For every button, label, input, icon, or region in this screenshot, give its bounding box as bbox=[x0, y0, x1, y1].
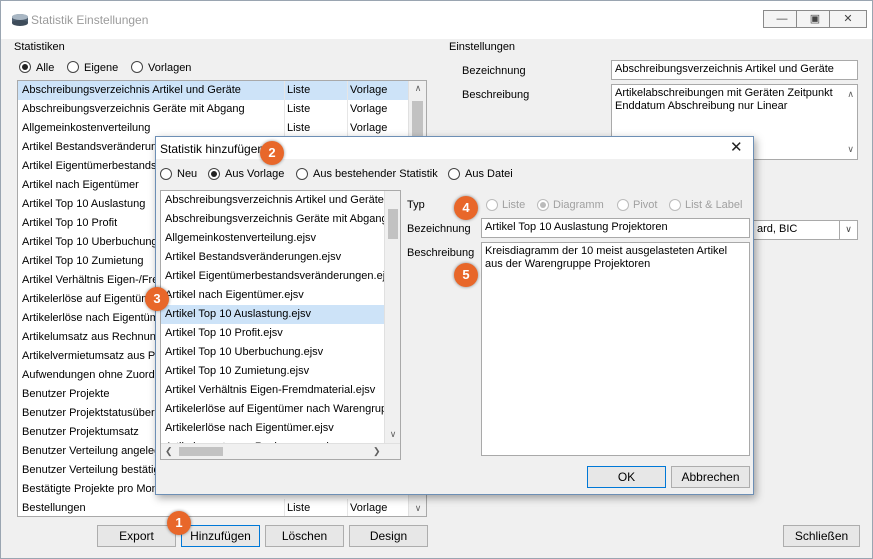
file-list-hscrollbar[interactable]: ❮ ❯ bbox=[161, 443, 400, 459]
typ-diagramm-radio[interactable] bbox=[537, 199, 549, 211]
statistik-row[interactable]: Abschreibungsverzeichnis Artikel und Ger… bbox=[18, 81, 408, 100]
title-bar: Statistik Einstellungen — ▣ ✕ bbox=[1, 1, 872, 39]
dialog-bezeichnung-label: Bezeichnung bbox=[407, 223, 471, 235]
step-badge-5: 5 bbox=[454, 263, 478, 287]
filter-eigene-label: Eigene bbox=[84, 62, 119, 74]
dialog-close-icon[interactable]: ✕ bbox=[730, 138, 743, 156]
chevron-down-icon[interactable]: ∨ bbox=[839, 221, 857, 239]
bank-dropdown-value: ard, BIC bbox=[757, 223, 798, 235]
source-vorlage-label: Aus Vorlage bbox=[225, 168, 285, 180]
scroll-thumb[interactable] bbox=[388, 209, 398, 239]
source-vorlage-radio[interactable] bbox=[208, 168, 220, 180]
scroll-up-icon[interactable]: ∧ bbox=[409, 83, 426, 94]
statistik-type-cell: Liste bbox=[284, 81, 342, 100]
template-file-row[interactable]: Allgemeinkostenverteilung.ejsv bbox=[161, 229, 384, 248]
typ-label: Typ bbox=[407, 199, 425, 211]
template-file-row[interactable]: Artikel Bestandsveränderungen.ejsv bbox=[161, 248, 384, 267]
scroll-right-icon[interactable]: ❯ bbox=[373, 446, 381, 457]
close-button[interactable]: Schließen bbox=[783, 525, 860, 547]
statistik-type-cell: Liste bbox=[284, 499, 342, 516]
template-file-row[interactable]: Abschreibungsverzeichnis Artikel und Ger… bbox=[161, 191, 384, 210]
source-bestehend-label: Aus bestehender Statistik bbox=[313, 168, 438, 180]
dialog-beschreibung-textarea[interactable]: Kreisdiagramm der 10 meist ausgelasteten… bbox=[481, 242, 750, 456]
template-file-row[interactable]: Artikel Top 10 Zumietung.ejsv bbox=[161, 362, 384, 381]
dialog-title-bar: Statistik hinzufügen ✕ bbox=[156, 137, 753, 159]
statistik-name-cell: Abschreibungsverzeichnis Artikel und Ger… bbox=[22, 84, 241, 96]
bezeichnung-input[interactable]: Abschreibungsverzeichnis Artikel und Ger… bbox=[611, 60, 858, 80]
step-badge-4: 4 bbox=[454, 196, 478, 220]
scroll-left-icon[interactable]: ❮ bbox=[165, 446, 173, 457]
typ-listlabel-label: List & Label bbox=[685, 199, 743, 211]
statistik-src-cell: Vorlage bbox=[347, 499, 407, 516]
template-file-row[interactable]: Artikelerlöse auf Eigentümer nach Wareng… bbox=[161, 400, 384, 419]
scroll-up-icon[interactable]: ∧ bbox=[847, 88, 854, 101]
cancel-button[interactable]: Abbrechen bbox=[671, 466, 750, 488]
typ-pivot-radio[interactable] bbox=[617, 199, 629, 211]
filter-eigene-radio[interactable] bbox=[67, 61, 79, 73]
template-file-row[interactable]: Artikel Top 10 Profit.ejsv bbox=[161, 324, 384, 343]
step-badge-1: 1 bbox=[167, 511, 191, 535]
bezeichnung-label: Bezeichnung bbox=[462, 65, 526, 77]
statistik-name-cell: Abschreibungsverzeichnis Geräte mit Abga… bbox=[22, 103, 245, 115]
statistik-name-cell: Bestellungen bbox=[22, 502, 86, 514]
template-file-row[interactable]: Artikel Top 10 Uberbuchung.ejsv bbox=[161, 343, 384, 362]
dialog-bezeichnung-input[interactable]: Artikel Top 10 Auslastung Projektoren bbox=[481, 218, 750, 238]
template-file-list[interactable]: Abschreibungsverzeichnis Artikel und Ger… bbox=[160, 190, 401, 460]
filter-alle-radio[interactable] bbox=[19, 61, 31, 73]
step-badge-3: 3 bbox=[145, 287, 169, 311]
typ-liste-label: Liste bbox=[502, 199, 526, 211]
scroll-down-icon[interactable]: ∨ bbox=[847, 143, 854, 156]
typ-liste-radio[interactable] bbox=[486, 199, 498, 211]
template-file-row[interactable]: Artikel Eigentümerbestandsveränderungen.… bbox=[161, 267, 384, 286]
scroll-thumb[interactable] bbox=[179, 447, 223, 456]
ok-button[interactable]: OK bbox=[587, 466, 666, 488]
statistik-src-cell: Vorlage bbox=[347, 81, 407, 100]
step-badge-2: 2 bbox=[260, 141, 284, 165]
typ-listlabel-radio[interactable] bbox=[669, 199, 681, 211]
template-file-row[interactable]: Artikelerlöse nach Eigentümer.ejsv bbox=[161, 419, 384, 438]
statistik-row[interactable]: Bestellungen Liste Vorlage bbox=[18, 499, 408, 516]
typ-diagramm-label: Diagramm bbox=[553, 199, 604, 211]
beschreibung-text: Artikelabschreibungen mit Geräten Zeitpu… bbox=[615, 87, 833, 112]
database-icon bbox=[12, 14, 28, 26]
statistik-row[interactable]: Abschreibungsverzeichnis Geräte mit Abga… bbox=[18, 100, 408, 119]
filter-vorlagen-radio[interactable] bbox=[131, 61, 143, 73]
scroll-down-icon[interactable]: ∨ bbox=[385, 429, 400, 440]
filter-vorlagen-label: Vorlagen bbox=[148, 62, 192, 74]
close-window-button[interactable]: ✕ bbox=[829, 10, 867, 28]
scroll-down-icon[interactable]: ∨ bbox=[409, 503, 426, 514]
source-datei-label: Aus Datei bbox=[465, 168, 513, 180]
beschreibung-label: Beschreibung bbox=[462, 89, 530, 101]
source-neu-radio[interactable] bbox=[160, 168, 172, 180]
source-datei-radio[interactable] bbox=[448, 168, 460, 180]
template-file-row[interactable]: Artikel Top 10 Auslastung.ejsv bbox=[161, 305, 384, 324]
template-file-row[interactable]: Artikel Verhältnis Eigen-Fremdmaterial.e… bbox=[161, 381, 384, 400]
delete-button[interactable]: Löschen bbox=[265, 525, 344, 547]
template-file-row[interactable]: Abschreibungsverzeichnis Geräte mit Abga… bbox=[161, 210, 384, 229]
dialog-title: Statistik hinzufügen bbox=[160, 142, 265, 156]
typ-pivot-label: Pivot bbox=[633, 199, 658, 211]
statistik-type-cell: Liste bbox=[284, 100, 342, 119]
statistiken-group-label: Statistiken bbox=[14, 41, 65, 53]
window-title: Statistik Einstellungen bbox=[31, 13, 149, 27]
dialog-beschreibung-label: Beschreibung bbox=[407, 247, 475, 259]
source-bestehend-radio[interactable] bbox=[296, 168, 308, 180]
add-statistic-dialog: Statistik hinzufügen ✕ Neu Aus Vorlage A… bbox=[155, 136, 754, 495]
source-neu-label: Neu bbox=[177, 168, 198, 180]
statistik-src-cell: Vorlage bbox=[347, 100, 407, 119]
add-button[interactable]: Hinzufügen bbox=[181, 525, 260, 547]
design-button[interactable]: Design bbox=[349, 525, 428, 547]
filter-alle-label: Alle bbox=[36, 62, 55, 74]
bank-dropdown[interactable]: ard, BIC ∨ bbox=[753, 220, 858, 240]
einstellungen-group-label: Einstellungen bbox=[449, 41, 516, 53]
template-file-row[interactable]: Artikel nach Eigentümer.ejsv bbox=[161, 286, 384, 305]
file-list-vscrollbar[interactable]: ∨ bbox=[384, 191, 400, 443]
export-button[interactable]: Export bbox=[97, 525, 176, 547]
